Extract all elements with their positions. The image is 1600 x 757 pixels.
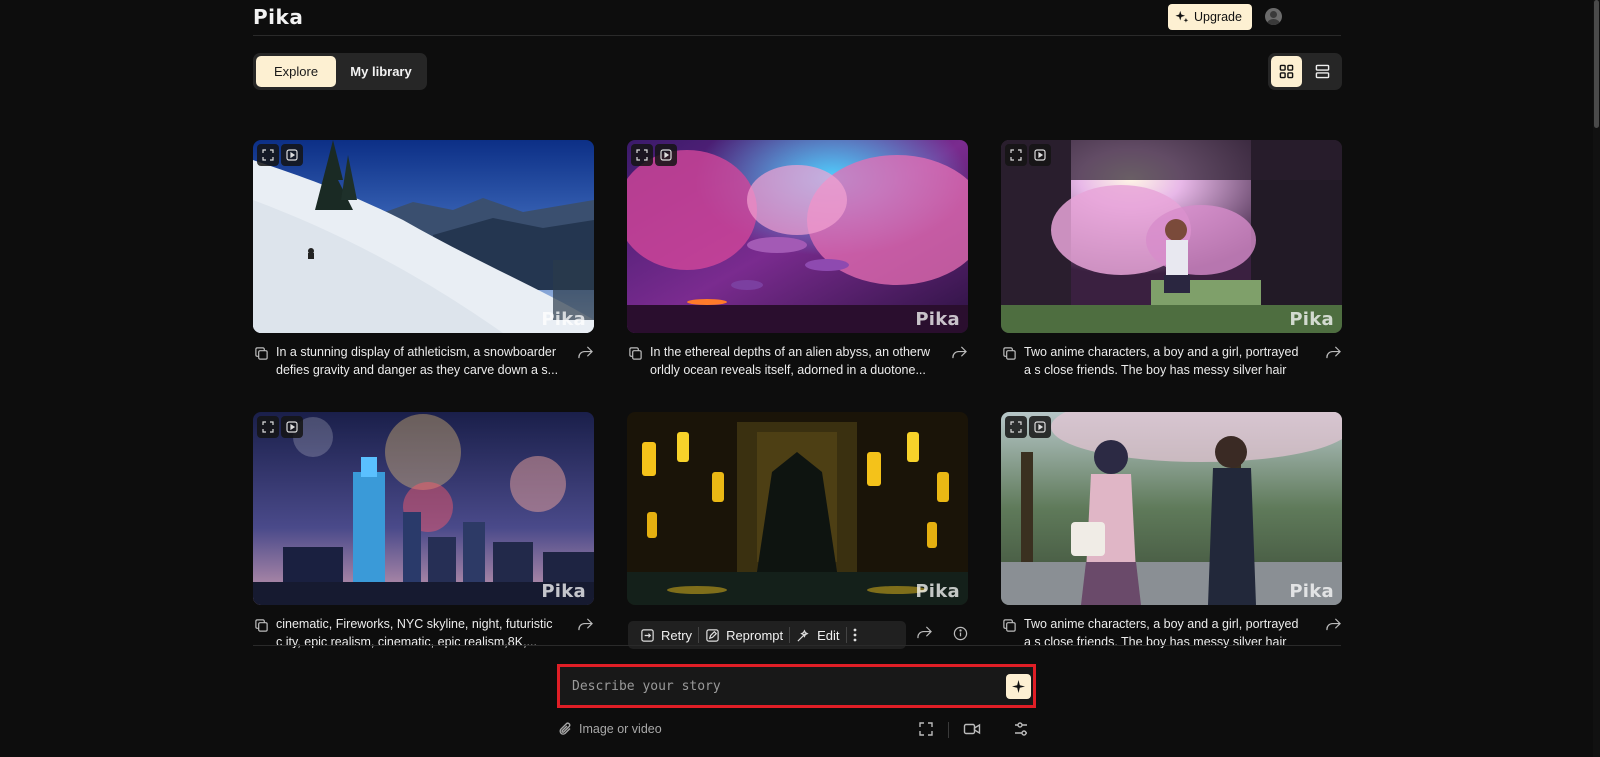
play-button[interactable]	[655, 144, 677, 166]
prompt-text: cinematic, Fireworks, NYC skyline, night…	[276, 617, 553, 648]
pika-watermark: Pika	[1289, 581, 1334, 602]
camera-icon[interactable]	[963, 721, 981, 737]
aspect-ratio-icon[interactable]	[918, 721, 934, 737]
avatar[interactable]	[1265, 8, 1282, 25]
video-thumbnail[interactable]: Pika	[1001, 140, 1342, 333]
pika-watermark: Pika	[915, 581, 960, 602]
thumbnail-controls	[1005, 144, 1051, 166]
expand-icon	[1010, 421, 1022, 433]
top-header: Pika Upgrade	[253, 0, 1341, 36]
list-view-button[interactable]	[1307, 56, 1338, 87]
scrollbar-thumb[interactable]	[1594, 0, 1599, 128]
copy-icon[interactable]	[628, 346, 643, 361]
play-button[interactable]	[1029, 416, 1051, 438]
play-icon	[660, 149, 672, 161]
card-caption: Two anime characters, a boy and a girl, …	[1001, 343, 1342, 379]
expand-icon	[1010, 149, 1022, 161]
expand-button[interactable]	[631, 144, 653, 166]
info-icon[interactable]	[953, 626, 968, 641]
attach-label: Image or video	[579, 722, 662, 736]
play-icon	[286, 421, 298, 433]
paperclip-icon	[559, 722, 571, 735]
pika-logo[interactable]: Pika	[253, 5, 303, 29]
pika-watermark: Pika	[541, 309, 586, 330]
expand-button[interactable]	[257, 416, 279, 438]
layout-toggle	[1268, 53, 1342, 90]
share-icon[interactable]	[1325, 345, 1342, 360]
divider	[948, 722, 949, 738]
sparkle-icon	[1175, 10, 1189, 23]
prompt-text: In the ethereal depths of an alien abyss…	[650, 345, 931, 377]
expand-button[interactable]	[1005, 144, 1027, 166]
expand-button[interactable]	[1005, 416, 1027, 438]
prompt-text: Two anime characters, a boy and a girl, …	[1024, 617, 1299, 648]
thumbnail-controls	[631, 144, 677, 166]
play-icon	[1034, 421, 1046, 433]
expand-button[interactable]	[257, 144, 279, 166]
card-action-bar: Retry Reprompt Edit	[627, 621, 968, 651]
pika-watermark: Pika	[1289, 309, 1334, 330]
more-vertical-icon	[853, 628, 856, 642]
edit-pencil-icon	[706, 628, 719, 642]
edit-label: Edit	[817, 627, 840, 643]
video-thumbnail[interactable]: Pika	[253, 140, 594, 333]
divider	[253, 645, 1341, 646]
card-caption: In the ethereal depths of an alien abyss…	[627, 343, 968, 379]
share-icon[interactable]	[1325, 617, 1342, 632]
sparkle-icon	[1012, 680, 1025, 693]
play-icon	[286, 149, 298, 161]
magic-wand-icon	[797, 628, 809, 642]
story-prompt-input[interactable]	[572, 676, 992, 696]
share-icon[interactable]	[951, 345, 968, 360]
copy-icon[interactable]	[1002, 618, 1017, 633]
video-thumbnail[interactable]: Pika	[253, 412, 594, 605]
card-caption: In a stunning display of athleticism, a …	[253, 343, 594, 379]
prompt-text: Two anime characters, a boy and a girl, …	[1024, 345, 1299, 377]
expand-icon	[262, 149, 274, 161]
attach-media-button[interactable]: Image or video	[557, 721, 662, 737]
play-button[interactable]	[281, 416, 303, 438]
copy-icon[interactable]	[254, 618, 269, 633]
expand-icon	[262, 421, 274, 433]
list-view-icon	[1315, 64, 1330, 79]
prompt-box	[557, 664, 1036, 708]
settings-sliders-icon[interactable]	[1013, 721, 1029, 737]
play-icon	[1034, 149, 1046, 161]
play-button[interactable]	[1029, 144, 1051, 166]
thumbnail-controls	[257, 416, 303, 438]
share-icon[interactable]	[577, 345, 594, 360]
upgrade-button[interactable]: Upgrade	[1168, 4, 1252, 30]
thumbnail-controls	[257, 144, 303, 166]
video-thumbnail[interactable]: Pika	[627, 412, 968, 605]
pika-watermark: Pika	[915, 309, 960, 330]
copy-icon[interactable]	[1002, 346, 1017, 361]
tab-my-library[interactable]: My library	[338, 56, 424, 87]
video-thumbnail[interactable]: Pika	[627, 140, 968, 333]
thumbnail-controls	[1005, 416, 1051, 438]
generate-button[interactable]	[1006, 674, 1031, 699]
grid-view-button[interactable]	[1271, 56, 1302, 87]
share-icon[interactable]	[916, 625, 933, 640]
play-button[interactable]	[281, 144, 303, 166]
retry-label: Retry	[661, 627, 693, 643]
tab-explore[interactable]: Explore	[256, 56, 337, 87]
expand-icon	[636, 149, 648, 161]
prompt-text: In a stunning display of athleticism, a …	[276, 345, 559, 377]
video-thumbnail[interactable]: Pika	[1001, 412, 1342, 605]
share-icon[interactable]	[577, 617, 594, 632]
pika-watermark: Pika	[541, 581, 586, 602]
grid-icon	[1279, 64, 1294, 79]
retry-icon	[641, 628, 654, 642]
view-tabs: Explore My library	[253, 53, 427, 90]
upgrade-label: Upgrade	[1194, 10, 1242, 24]
reprompt-label: Reprompt	[726, 627, 784, 643]
copy-icon[interactable]	[254, 346, 269, 361]
